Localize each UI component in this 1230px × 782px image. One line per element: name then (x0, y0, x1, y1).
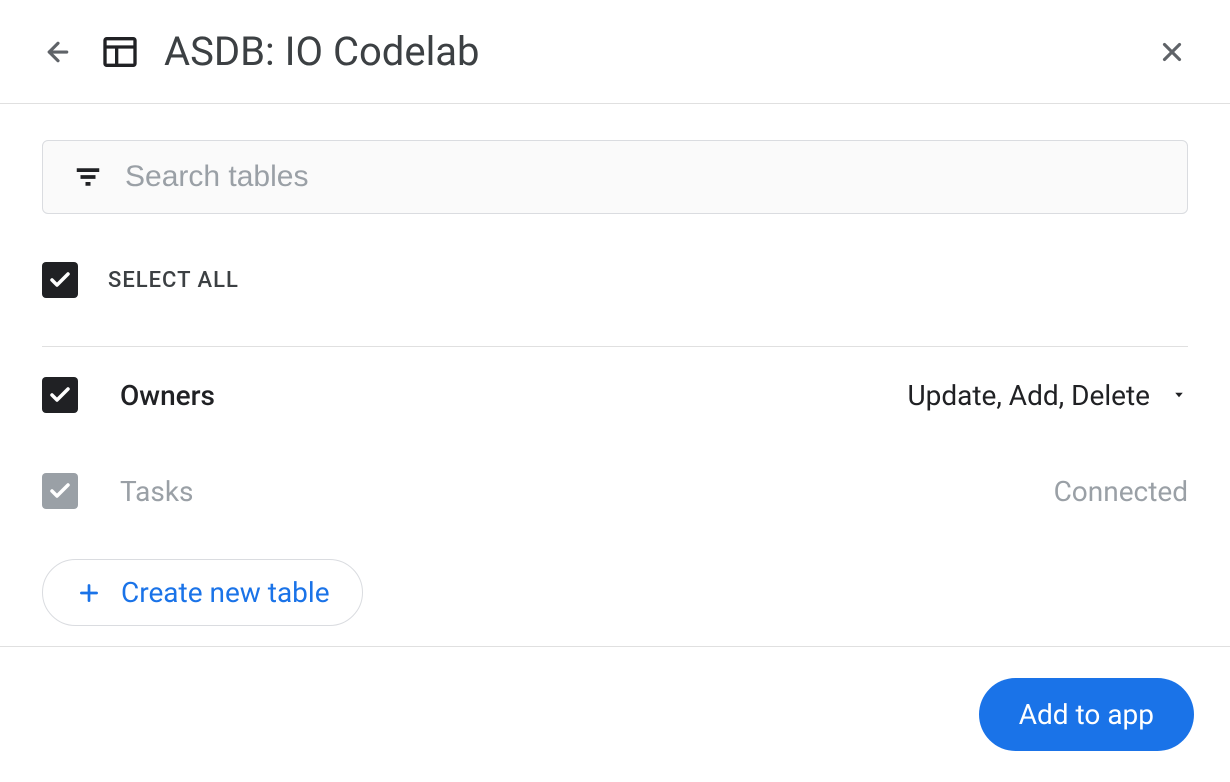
close-icon (1157, 37, 1187, 67)
plus-icon (75, 579, 103, 607)
check-icon (48, 383, 72, 407)
check-icon (48, 479, 72, 503)
table-icon (100, 32, 140, 72)
chevron-down-icon (1170, 386, 1188, 404)
table-row: Tasks Connected (42, 443, 1188, 539)
create-table-label: Create new table (121, 576, 330, 609)
table-name-label: Tasks (120, 475, 1054, 508)
modal-footer: Add to app (0, 646, 1230, 782)
select-all-label: SELECT ALL (108, 268, 239, 293)
select-all-checkbox[interactable] (42, 262, 78, 298)
add-to-app-button[interactable]: Add to app (979, 678, 1194, 751)
table-checkbox-owners[interactable] (42, 377, 78, 413)
table-name-label: Owners (120, 379, 907, 412)
arrow-left-icon (43, 37, 73, 67)
status-label: Connected (1054, 475, 1188, 508)
back-button[interactable] (40, 34, 76, 70)
close-button[interactable] (1154, 34, 1190, 70)
table-row: Owners Update, Add, Delete (42, 347, 1188, 443)
create-table-button[interactable]: Create new table (42, 559, 363, 626)
permissions-label: Update, Add, Delete (907, 379, 1150, 412)
search-container (42, 140, 1188, 214)
select-all-row: SELECT ALL (42, 262, 1188, 347)
check-icon (48, 268, 72, 292)
page-title: ASDB: IO Codelab (164, 28, 1154, 75)
modal-content: SELECT ALL Owners Update, Add, Delete Ta… (0, 104, 1230, 626)
filter-icon (71, 160, 105, 194)
permissions-dropdown[interactable]: Update, Add, Delete (907, 379, 1188, 412)
table-checkbox-tasks (42, 473, 78, 509)
modal-header: ASDB: IO Codelab (0, 0, 1230, 104)
search-input[interactable] (125, 160, 1159, 194)
